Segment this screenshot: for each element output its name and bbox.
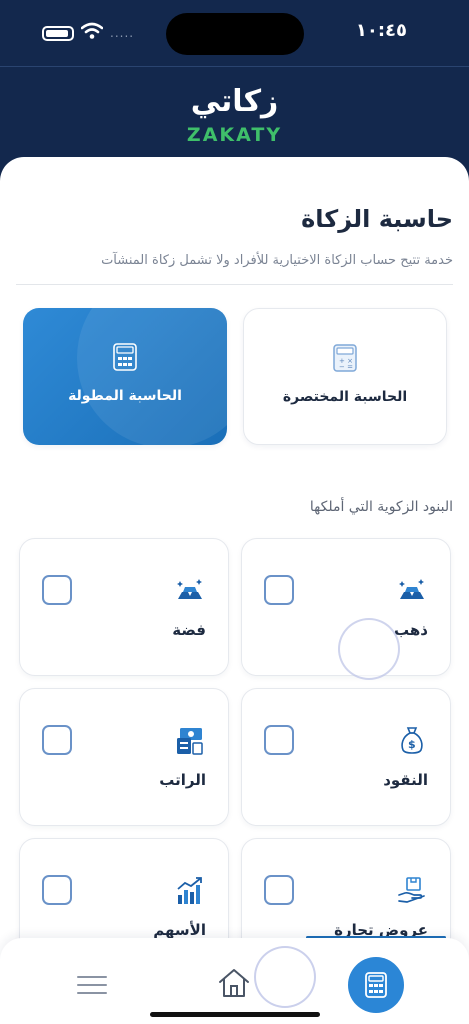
item-label-silver: فضة <box>172 621 206 639</box>
silver-checkbox[interactable] <box>42 575 72 605</box>
svg-text:$: $ <box>408 738 416 751</box>
page-subtitle: خدمة تتيح حساب الزكاة الاختيارية للأفراد… <box>101 253 453 268</box>
short-calculator-card[interactable]: + × − = الحاسبة المختصرة <box>243 308 447 445</box>
gold-checkbox[interactable] <box>264 575 294 605</box>
touch-indicator <box>338 618 400 680</box>
item-label-stocks: الأسهم <box>153 921 206 939</box>
header-divider <box>0 66 469 67</box>
trade-goods-checkbox[interactable] <box>264 875 294 905</box>
wifi-icon <box>81 22 103 39</box>
cash-checkbox[interactable] <box>264 725 294 755</box>
salary-icon <box>177 728 203 755</box>
trade-goods-icon <box>398 877 425 903</box>
menu-icon[interactable] <box>72 972 110 998</box>
short-calculator-label: الحاسبة المختصرة <box>282 389 408 405</box>
item-card-salary[interactable]: الراتب <box>19 688 229 826</box>
item-label-cash: النقود <box>383 771 428 789</box>
signal-indicator: ..... <box>110 26 135 40</box>
item-label-gold: ذهب <box>394 621 428 639</box>
svg-text:− =: − = <box>339 363 353 371</box>
stocks-chart-icon <box>177 877 202 904</box>
item-card-cash[interactable]: $ النقود <box>241 688 451 826</box>
section-title: البنود الزكوية التي أملكها <box>309 499 453 515</box>
dynamic-island <box>166 13 304 55</box>
money-bag-icon: $ <box>401 727 423 754</box>
logo-arabic: زكاتي <box>190 84 279 119</box>
status-time: ١٠:٤٥ <box>355 20 407 41</box>
touch-indicator <box>254 946 316 1008</box>
item-label-salary: الراتب <box>159 771 206 789</box>
calculator-icon <box>365 972 387 998</box>
battery-icon <box>42 26 74 41</box>
gold-bars-icon <box>399 579 424 599</box>
page-title: حاسبة الزكاة <box>301 205 453 233</box>
long-calculator-card[interactable]: الحاسبة المطولة <box>23 308 227 445</box>
divider <box>16 284 453 285</box>
home-icon[interactable] <box>216 966 252 1000</box>
long-calculator-label: الحاسبة المطولة <box>68 388 182 404</box>
calculator-nav-button[interactable] <box>348 957 404 1013</box>
calculator-icon: + × − = <box>333 344 357 372</box>
logo-english: ZAKATY <box>186 124 283 146</box>
home-indicator <box>150 1012 320 1017</box>
calculator-icon <box>113 343 137 371</box>
item-card-silver[interactable]: فضة <box>19 538 229 676</box>
silver-bars-icon <box>177 579 202 599</box>
salary-checkbox[interactable] <box>42 725 72 755</box>
stocks-checkbox[interactable] <box>42 875 72 905</box>
